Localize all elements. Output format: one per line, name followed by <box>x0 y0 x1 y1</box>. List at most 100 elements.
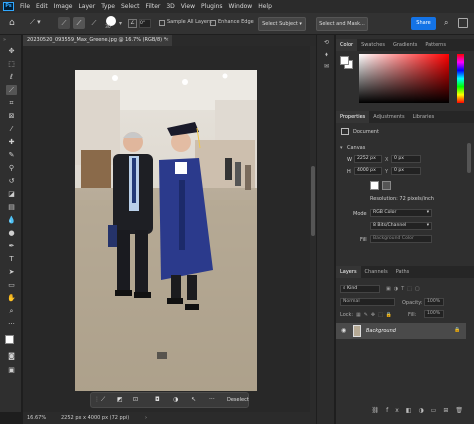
adjustment-icon[interactable]: ◑ <box>173 396 178 403</box>
subtract-from-selection-icon[interactable]: ⟋ <box>88 17 100 29</box>
history-brush-tool-icon[interactable]: ↺ <box>6 176 17 186</box>
chevron-down-icon[interactable]: ▾ <box>340 145 343 151</box>
select-subject-icon[interactable]: ⟋ <box>101 396 105 404</box>
foreground-color-swatch[interactable] <box>5 335 14 344</box>
gradient-tool-icon[interactable]: ▤ <box>6 202 17 212</box>
add-to-selection-icon[interactable]: ⟋ <box>73 17 85 29</box>
eyedropper-tool-icon[interactable]: ⁄ <box>6 124 17 134</box>
chevron-right-icon[interactable]: › <box>145 412 147 424</box>
tab-color[interactable]: Color <box>336 39 358 51</box>
tab-properties[interactable]: Properties <box>336 111 370 123</box>
x-field[interactable]: 0 px <box>391 155 421 163</box>
hue-slider[interactable] <box>457 54 464 103</box>
create-mask-icon[interactable]: ◘ <box>155 396 160 403</box>
menu-view[interactable]: View <box>178 3 198 10</box>
tab-channels[interactable]: Channels <box>361 266 392 278</box>
select-and-mask-icon[interactable]: ◩ <box>117 396 123 403</box>
tab-libraries[interactable]: Libraries <box>409 111 439 123</box>
deselect-button[interactable]: Deselect <box>227 397 249 403</box>
type-tool-icon[interactable]: T <box>6 254 17 264</box>
layer-name[interactable]: Background <box>366 328 396 334</box>
scrollbar-thumb[interactable] <box>311 166 315 236</box>
move-tool-icon[interactable]: ✥ <box>6 46 17 56</box>
bits-select[interactable]: 8 Bits/Channel ▾ <box>370 222 432 230</box>
tab-layers[interactable]: Layers <box>336 266 361 278</box>
quick-selection-preset-icon[interactable]: ⟋ ▾ <box>30 18 50 29</box>
foreground-swatch[interactable] <box>340 56 349 65</box>
search-icon[interactable]: ⌕ <box>444 18 454 28</box>
layer-row[interactable]: ◉ Background 🔒 <box>336 323 466 339</box>
document-info[interactable]: 2252 px x 4000 px (72 ppi) <box>61 412 129 424</box>
fill-select[interactable]: Background Color <box>370 235 432 243</box>
menu-select[interactable]: Select <box>118 3 143 10</box>
menu-image[interactable]: Image <box>51 3 76 10</box>
document-tab[interactable]: 20230520_093559_Max_Greene.jpg @ 16.7% (… <box>23 35 172 46</box>
select-and-mask-button[interactable]: Select and Mask... <box>316 17 368 31</box>
chevron-down-icon[interactable]: ▾ <box>119 20 122 27</box>
chevron-down-icon[interactable]: ▾ <box>299 21 302 27</box>
drag-handle-icon[interactable]: ⋮ <box>94 396 100 403</box>
eye-icon[interactable]: ◉ <box>341 327 346 334</box>
brush-tool-icon[interactable]: ✎ <box>6 150 17 160</box>
brush-settings-icon[interactable]: ⬧ <box>322 51 331 60</box>
tab-adjustments[interactable]: Adjustments <box>369 111 408 123</box>
portrait-orientation-icon[interactable] <box>370 181 379 190</box>
tab-patterns[interactable]: Patterns <box>421 39 450 51</box>
eraser-tool-icon[interactable]: ◪ <box>6 189 17 199</box>
menu-filter[interactable]: Filter <box>143 3 164 10</box>
y-field[interactable]: 0 px <box>391 167 421 175</box>
blend-mode-select[interactable]: Normal <box>340 298 395 306</box>
properties-scrollbar[interactable] <box>467 143 471 173</box>
document-image[interactable] <box>75 70 257 391</box>
layer-filter-select[interactable]: ⌕ Kind <box>340 285 380 293</box>
comment-icon[interactable]: ✉ <box>322 63 331 72</box>
chevron-down-icon[interactable]: ▾ <box>427 210 429 216</box>
tab-swatches[interactable]: Swatches <box>357 39 389 51</box>
color-field[interactable] <box>359 54 449 103</box>
menu-file[interactable]: File <box>17 3 33 10</box>
frame-tool-icon[interactable]: ⊠ <box>6 111 17 121</box>
lock-icon[interactable]: 🔒 <box>454 327 460 333</box>
more-options-icon[interactable]: ··· <box>209 396 215 403</box>
spot-healing-tool-icon[interactable]: ✚ <box>6 137 17 147</box>
lasso-tool-icon[interactable]: ℓ <box>6 72 17 82</box>
fill-field[interactable]: 100% <box>424 310 444 318</box>
history-icon[interactable]: ⟲ <box>322 39 331 48</box>
brush-size-value[interactable]: 30 <box>105 25 111 30</box>
blur-tool-icon[interactable]: 💧 <box>6 215 17 225</box>
menu-edit[interactable]: Edit <box>33 3 51 10</box>
rectangle-tool-icon[interactable]: ▭ <box>6 280 17 290</box>
menu-layer[interactable]: Layer <box>75 3 98 10</box>
more-tools-icon[interactable]: ··· <box>6 319 17 329</box>
home-icon[interactable]: ⌂ <box>9 18 20 29</box>
tab-gradients[interactable]: Gradients <box>389 39 421 51</box>
path-selection-tool-icon[interactable]: ➤ <box>6 267 17 277</box>
zoom-tool-icon[interactable]: ⌕ <box>6 306 17 316</box>
tab-paths[interactable]: Paths <box>392 266 414 278</box>
layers-panel-footer[interactable]: ⛓fx◧◑▭⊞🗑 <box>336 407 474 419</box>
select-subject-button[interactable]: Select Subject ▾ <box>258 17 306 31</box>
marquee-tool-icon[interactable]: ⬚ <box>6 59 17 69</box>
invert-selection-icon[interactable]: ⊡ <box>133 396 138 403</box>
pen-tool-icon[interactable]: ✒ <box>6 241 17 251</box>
menu-3d[interactable]: 3D <box>163 3 177 10</box>
dodge-tool-icon[interactable]: ● <box>6 228 17 238</box>
angle-field[interactable]: 0° <box>139 19 151 28</box>
mode-select[interactable]: RGB Color ▾ <box>370 209 432 217</box>
fill-selection-icon[interactable]: ↖ <box>191 396 196 403</box>
quick-mask-icon[interactable]: ◙ <box>6 351 17 361</box>
new-selection-icon[interactable]: ⟋ <box>58 17 70 29</box>
menu-type[interactable]: Type <box>98 3 118 10</box>
collapse-toolbar-icon[interactable]: » <box>3 37 19 43</box>
chevron-down-icon[interactable]: ▾ <box>427 223 429 229</box>
share-button[interactable]: Share <box>411 17 436 30</box>
clone-stamp-tool-icon[interactable]: ⚲ <box>6 163 17 173</box>
enhance-edge-checkbox[interactable] <box>210 20 216 26</box>
sample-all-layers-checkbox[interactable] <box>159 20 165 26</box>
menu-plugins[interactable]: Plugins <box>198 3 226 10</box>
zoom-level[interactable]: 16.67% <box>27 412 46 424</box>
close-icon[interactable]: × <box>165 35 169 46</box>
height-field[interactable]: 4000 px <box>354 167 382 175</box>
width-field[interactable]: 2252 px <box>354 155 382 163</box>
quick-selection-tool-icon[interactable]: ⟋ <box>6 85 17 95</box>
